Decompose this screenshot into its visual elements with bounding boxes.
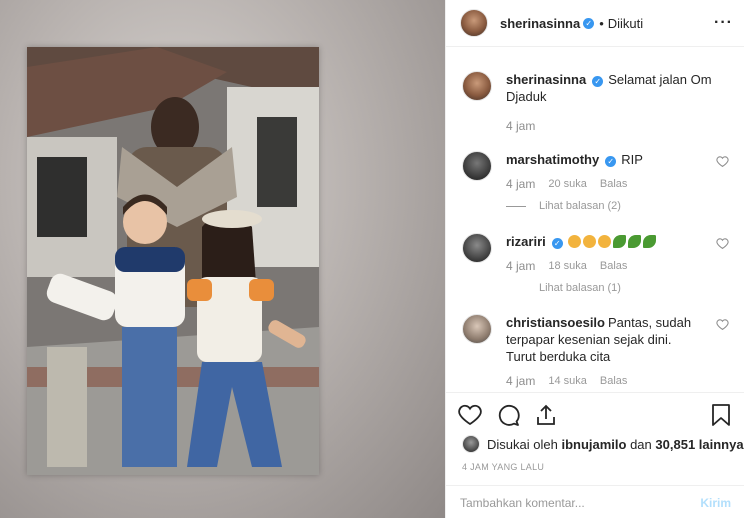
comment-text: rizariri ✓ bbox=[506, 233, 729, 250]
leaf-emoji-icon bbox=[612, 235, 626, 248]
comment-text: marshatimothy ✓ RIP bbox=[506, 151, 729, 168]
liker-username[interactable]: ibnujamilo bbox=[561, 437, 626, 452]
caption-item: sherinasinna ✓ Selamat jalan Om Djaduk 4 j… bbox=[462, 71, 729, 133]
follow-status-button[interactable]: Diikuti bbox=[608, 16, 643, 31]
post-photo[interactable] bbox=[27, 47, 319, 475]
commenter-avatar[interactable] bbox=[462, 233, 492, 263]
comment-likes[interactable]: 18 suka bbox=[548, 260, 587, 272]
caption-time[interactable]: 4 jam bbox=[506, 119, 535, 133]
comment-likes[interactable]: 14 suka bbox=[548, 375, 587, 387]
bookmark-icon[interactable] bbox=[710, 403, 732, 427]
more-options-icon[interactable]: ··· bbox=[714, 14, 733, 32]
share-upload-icon[interactable] bbox=[534, 403, 558, 427]
view-replies-label[interactable]: Lihat balasan (2) bbox=[539, 200, 621, 212]
liked-by-prefix: Disukai oleh bbox=[487, 436, 558, 452]
comment-emojis bbox=[567, 234, 658, 249]
view-replies-button[interactable]: Lihat balasan (1) bbox=[506, 282, 729, 294]
sad-face-emoji-icon bbox=[582, 235, 596, 248]
save-bookmark-button[interactable] bbox=[710, 403, 732, 427]
like-comment-heart-icon[interactable] bbox=[716, 237, 729, 250]
comment-meta: 4 jam 20 suka Balas bbox=[506, 177, 729, 191]
author-avatar[interactable] bbox=[460, 9, 488, 37]
comment-item: rizariri ✓ 4 jam 18 suka Balas Lihat bala… bbox=[462, 233, 729, 294]
verified-badge-icon: ✓ bbox=[583, 17, 595, 29]
commenter-avatar[interactable] bbox=[462, 151, 492, 181]
sad-face-emoji-icon bbox=[597, 235, 611, 248]
reply-button[interactable]: Balas bbox=[600, 375, 628, 387]
commenter-avatar[interactable] bbox=[462, 314, 492, 344]
post-sidebar: sherinasinna ✓ • Diikuti ··· sherinasinn… bbox=[445, 0, 744, 518]
caption-avatar[interactable] bbox=[462, 71, 492, 101]
comment-bubble-icon[interactable] bbox=[496, 403, 520, 427]
comment-meta: 4 jam 14 suka Balas bbox=[506, 374, 729, 388]
reply-button[interactable]: Balas bbox=[600, 178, 628, 190]
post-comment-button[interactable]: Kirim bbox=[700, 496, 731, 510]
separator-dot: • bbox=[599, 15, 604, 31]
media-panel bbox=[0, 0, 445, 518]
verified-badge-icon: ✓ bbox=[592, 76, 604, 87]
leaf-emoji-icon bbox=[642, 235, 656, 248]
reply-button[interactable]: Balas bbox=[600, 260, 628, 272]
comment-item: marshatimothy ✓ RIP 4 jam 20 suka Balas Li… bbox=[462, 151, 729, 212]
liked-by-connector: dan bbox=[630, 436, 652, 452]
post-timestamp[interactable]: 4 JAM YANG LALU bbox=[462, 462, 544, 472]
comment-body: RIP bbox=[621, 152, 643, 167]
verified-badge-icon: ✓ bbox=[551, 238, 563, 249]
sad-face-emoji-icon bbox=[567, 235, 581, 248]
like-comment-heart-icon[interactable] bbox=[716, 318, 729, 331]
view-replies-button[interactable]: Lihat balasan (2) bbox=[506, 200, 729, 212]
author-username[interactable]: sherinasinna bbox=[500, 16, 580, 31]
comment-username[interactable]: christiansoesilo bbox=[506, 315, 605, 330]
liked-by-summary[interactable]: Disukai oleh ibnujamilo dan 30,851 lainn… bbox=[462, 435, 744, 453]
comment-time[interactable]: 4 jam bbox=[506, 177, 535, 191]
comments-list[interactable]: sherinasinna ✓ Selamat jalan Om Djaduk 4 j… bbox=[446, 47, 744, 392]
add-comment-bar: Kirim bbox=[446, 485, 744, 518]
like-heart-icon[interactable] bbox=[458, 403, 482, 427]
add-comment-input[interactable] bbox=[460, 495, 701, 510]
comment-text: christiansoesilo Pantas, sudah terpapar k… bbox=[506, 314, 729, 365]
post-actions: Disukai oleh ibnujamilo dan 30,851 lainn… bbox=[446, 392, 744, 518]
caption-text: sherinasinna ✓ Selamat jalan Om Djaduk bbox=[506, 71, 729, 105]
likes-count[interactable]: 30,851 lainnya bbox=[655, 437, 743, 452]
action-icons bbox=[458, 403, 558, 427]
like-comment-heart-icon[interactable] bbox=[716, 155, 729, 168]
view-replies-label[interactable]: Lihat balasan (1) bbox=[539, 282, 621, 294]
comment-meta: 4 jam 18 suka Balas bbox=[506, 259, 729, 273]
comment-likes[interactable]: 20 suka bbox=[548, 178, 587, 190]
comment-username[interactable]: rizariri bbox=[506, 234, 546, 249]
comment-username[interactable]: marshatimothy bbox=[506, 152, 599, 167]
post-header: sherinasinna ✓ • Diikuti ··· bbox=[446, 0, 744, 47]
verified-badge-icon: ✓ bbox=[605, 156, 617, 167]
comment-time[interactable]: 4 jam bbox=[506, 374, 535, 388]
comment-item: christiansoesilo Pantas, sudah terpapar k… bbox=[462, 314, 729, 388]
comment-time[interactable]: 4 jam bbox=[506, 259, 535, 273]
liker-avatar[interactable] bbox=[462, 435, 480, 453]
replies-divider bbox=[506, 205, 526, 207]
leaf-emoji-icon bbox=[627, 235, 641, 248]
caption-meta: 4 jam bbox=[506, 119, 729, 133]
caption-username[interactable]: sherinasinna bbox=[506, 72, 586, 87]
post-photo-illustration bbox=[27, 47, 319, 475]
